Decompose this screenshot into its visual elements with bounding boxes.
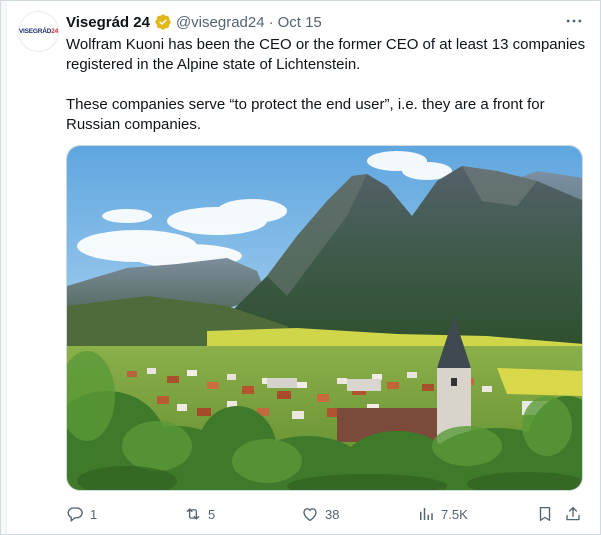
reply-icon [67,507,83,523]
handle[interactable]: @visegrad24 [176,14,265,31]
tweet-photo[interactable] [66,145,583,491]
views-count: 7.5K [441,506,468,522]
avatar-logo-text: VISEGRÁD24 [18,28,59,35]
reply-count: 1 [90,506,98,522]
tweet-header: Visegrád 24 @visegrad24 · Oct 15 [66,12,322,32]
retweet-button[interactable]: 5 [184,503,215,525]
tweet-text: Wolfram Kuoni has been the CEO or the fo… [66,35,586,135]
like-count: 38 [325,506,340,522]
heart-icon [303,508,317,522]
tweet-card[interactable]: VISEGRÁD24 Visegrád 24 @visegrad24 · Oct… [0,0,601,535]
share-button[interactable] [564,503,582,525]
reply-button[interactable]: 1 [66,503,97,525]
bookmark-icon [539,506,551,522]
tweet-paragraph-1: Wolfram Kuoni has been the CEO or the fo… [66,36,586,73]
views-button[interactable]: 7.5K [417,503,468,525]
avatar[interactable]: VISEGRÁD24 [18,11,59,52]
post-date[interactable]: Oct 15 [278,14,322,31]
landscape-photo [67,146,582,490]
timeline-rail [0,0,7,535]
share-icon [566,506,580,521]
retweet-count: 5 [208,506,216,522]
bookmark-button[interactable] [536,503,554,525]
views-icon [420,508,433,520]
retweet-icon [186,508,200,520]
like-button[interactable]: 38 [301,503,339,525]
verified-badge-icon [155,14,171,30]
tweet-paragraph-2: These companies serve “to protect the en… [66,96,545,133]
separator-dot: · [268,13,274,31]
tweet-actions: 1 5 38 7.5K [66,503,586,525]
display-name[interactable]: Visegrád 24 [66,14,150,31]
more-icon[interactable] [562,11,586,31]
